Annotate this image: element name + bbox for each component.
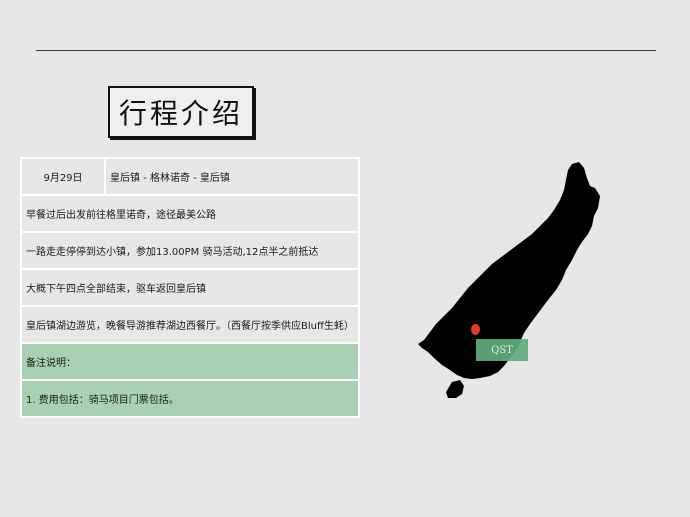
notes-title: 备注说明： (20, 342, 360, 381)
itinerary-row: 早餐过后出发前往格里诺奇，途径最美公路 (20, 194, 360, 233)
page-title: 行程介绍 (118, 97, 243, 130)
island-fragment (591, 199, 597, 205)
itinerary-header-row: 9月29日 皇后镇 - 格林诺奇 - 皇后镇 (20, 157, 360, 196)
itinerary-row: 皇后镇湖边游览，晚餐导游推荐湖边西餐厅。（西餐厅按季供应Bluff生蚝） (20, 305, 360, 344)
top-divider (36, 50, 656, 51)
queenstown-label: QST (476, 339, 528, 361)
notes-text: 1. 费用包括：骑马项目门票包括。 (20, 379, 360, 418)
itinerary-row-text: 大概下午四点全部结束，驱车返回皇后镇 (20, 268, 360, 307)
itinerary-row-text: 皇后镇湖边游览，晚餐导游推荐湖边西餐厅。（西餐厅按季供应Bluff生蚝） (20, 305, 360, 344)
itinerary-table: 9月29日 皇后镇 - 格林诺奇 - 皇后镇 早餐过后出发前往格里诺奇，途径最美… (20, 157, 360, 418)
map-silhouette (418, 162, 600, 398)
stewart-island-shape (446, 380, 464, 398)
itinerary-row-text: 一路走走停停到达小镇，参加13.00PM 骑马活动,12点半之前抵达 (20, 231, 360, 270)
notes-title-row: 备注说明： (20, 342, 360, 381)
south-island-map (412, 158, 612, 406)
itinerary-row: 大概下午四点全部结束，驱车返回皇后镇 (20, 268, 360, 307)
itinerary-row-text: 早餐过后出发前往格里诺奇，途径最美公路 (20, 194, 360, 233)
title-box: 行程介绍 (108, 86, 254, 138)
queenstown-marker (471, 324, 480, 335)
notes-row: 1. 费用包括：骑马项目门票包括。 (20, 379, 360, 418)
itinerary-date: 9月29日 (20, 157, 106, 196)
itinerary-row: 一路走走停停到达小镇，参加13.00PM 骑马活动,12点半之前抵达 (20, 231, 360, 270)
itinerary-route: 皇后镇 - 格林诺奇 - 皇后镇 (104, 157, 360, 196)
